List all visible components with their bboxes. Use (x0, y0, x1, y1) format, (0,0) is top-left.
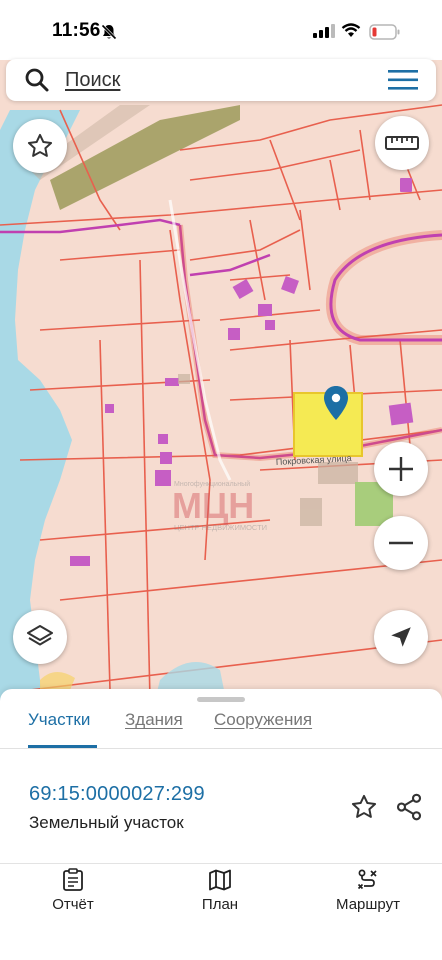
zoom-out-button[interactable] (374, 516, 428, 570)
zoom-in-button[interactable] (374, 442, 428, 496)
nav-plan-label: План (201, 896, 239, 913)
sheet-grabber[interactable] (197, 697, 245, 702)
nav-route[interactable]: Маршрут (308, 864, 428, 934)
star-icon (27, 133, 53, 157)
battery-icon (369, 24, 400, 40)
wifi-icon (341, 23, 361, 37)
search-input[interactable]: Поиск (65, 69, 120, 92)
bottom-navigation: Отчёт План Маршрут (0, 864, 442, 960)
route-icon (357, 869, 377, 890)
object-type-tabs: Участки Здания Сооружения (0, 707, 442, 749)
layers-button[interactable] (13, 610, 67, 664)
navigation-arrow-icon (391, 627, 411, 647)
share-icon[interactable] (394, 792, 424, 822)
search-icon (25, 68, 49, 92)
watermark: Многофункциональный МЦН ЦЕНТР НЕДВИЖИМОС… (172, 480, 267, 532)
nav-route-label: Маршрут (336, 896, 400, 913)
tab-structures[interactable]: Сооружения (214, 710, 312, 730)
plus-icon (389, 457, 413, 481)
tab-parcels[interactable]: Участки (28, 710, 90, 730)
minus-icon (389, 541, 413, 545)
search-bar[interactable]: Поиск (6, 59, 436, 101)
parcel-type-label: Земельный участок (29, 813, 184, 832)
favorite-parcel-star-icon[interactable] (350, 793, 378, 821)
favorite-map-button[interactable] (13, 119, 67, 173)
cellular-signal-icon (313, 24, 335, 38)
watermark-bottom: ЦЕНТР НЕДВИЖИМОСТИ (174, 523, 267, 532)
map-canvas[interactable]: Покровская улица Многофункциональный МЦН… (0, 0, 442, 720)
report-icon (63, 868, 83, 891)
my-location-button[interactable] (374, 610, 428, 664)
bottom-sheet[interactable]: Участки Здания Сооружения 69:15:0000027:… (0, 689, 442, 960)
watermark-main: МЦН (172, 485, 254, 526)
ruler-button[interactable] (375, 116, 429, 170)
status-bar: 11:56 (0, 0, 442, 60)
tab-buildings[interactable]: Здания (125, 710, 183, 730)
hamburger-menu-icon[interactable] (387, 68, 419, 92)
cadastral-number-link[interactable]: 69:15:0000027:299 (29, 783, 205, 806)
nav-plan[interactable]: План (160, 864, 280, 934)
layers-icon (27, 625, 53, 646)
nav-report[interactable]: Отчёт (13, 864, 133, 934)
active-tab-indicator (28, 745, 97, 748)
ruler-icon (385, 136, 419, 150)
bell-off-icon (100, 23, 118, 41)
cadastral-map[interactable]: Покровская улица Многофункциональный МЦН… (0, 0, 442, 720)
nav-report-label: Отчёт (52, 896, 94, 913)
status-time: 11:56 (52, 20, 101, 41)
map-plan-icon (209, 869, 231, 891)
